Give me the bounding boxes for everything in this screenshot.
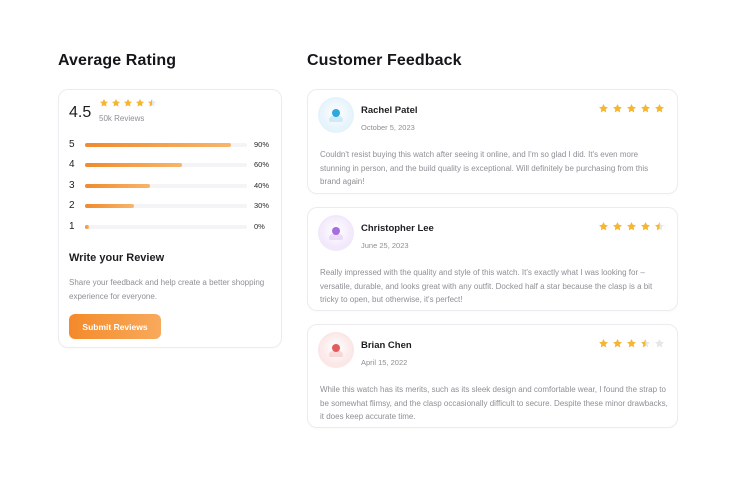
reviewer-name: Brian Chen [361, 340, 412, 351]
review-stars [598, 338, 665, 349]
avatar [320, 217, 352, 249]
star-icon [627, 104, 636, 113]
rating-bar-row: 3 40% [69, 180, 277, 191]
rating-bar-percent: 0% [254, 222, 265, 231]
rating-bar-percent: 40% [254, 181, 270, 190]
star-icon [613, 222, 622, 231]
reviewer-name: Christopher Lee [361, 223, 434, 234]
star-icon [111, 98, 121, 107]
rating-bar-row: 4 60% [69, 159, 277, 170]
empty-star-icon [655, 339, 664, 348]
review-stars [598, 221, 665, 232]
average-score: 4.5 [69, 104, 92, 121]
rating-bar-fill [85, 225, 89, 229]
average-stars [99, 98, 157, 108]
rating-bar-fill [85, 163, 183, 167]
half-star-icon [641, 339, 650, 348]
review-text: Really impressed with the quality and st… [320, 268, 653, 304]
star-icon [641, 222, 650, 231]
star-icon [627, 222, 636, 231]
star-icon [641, 104, 650, 113]
star-icon [123, 98, 133, 107]
rating-bar-fill [85, 184, 150, 188]
rating-bar-percent: 60% [254, 160, 270, 169]
rating-bar-row: 2 30% [69, 200, 277, 211]
write-review-title: Write your Review [69, 252, 165, 264]
review-card: Rachel Patel October 5, 2023 Couldn't re… [307, 89, 678, 194]
avatar [320, 99, 352, 131]
star-icon [135, 98, 145, 107]
star-icon [599, 104, 608, 113]
star-icon [99, 98, 109, 107]
rating-bar-track [85, 225, 247, 229]
rating-bar-fill [85, 143, 231, 147]
review-text: While this watch has its merits, such as… [320, 385, 668, 421]
avatar-body [329, 351, 343, 357]
avatar-body [329, 116, 343, 122]
review-count: 50k Reviews [99, 114, 145, 123]
review-card: Christopher Lee June 25, 2023 Really imp… [307, 207, 678, 311]
star-icon [627, 339, 636, 348]
reviewer-name: Rachel Patel [361, 105, 418, 116]
star-icon [613, 104, 622, 113]
rating-bar-label: 2 [69, 200, 75, 211]
rating-bar-track [85, 204, 247, 208]
average-rating-title: Average Rating [58, 52, 177, 69]
rating-bar-percent: 90% [254, 140, 270, 149]
rating-bar-track [85, 163, 247, 167]
star-icon [599, 222, 608, 231]
rating-bar-track [85, 184, 247, 188]
rating-bar-label: 4 [69, 159, 75, 170]
review-date: April 15, 2022 [361, 358, 408, 367]
submit-reviews-button[interactable]: Submit Reviews [69, 314, 161, 339]
review-stars [598, 103, 665, 114]
rating-bar-label: 1 [69, 221, 75, 232]
rating-bar-fill [85, 204, 134, 208]
review-date: June 25, 2023 [361, 241, 409, 250]
rating-bar-percent: 30% [254, 201, 270, 210]
star-icon [655, 104, 664, 113]
star-icon [599, 339, 608, 348]
avatar-body [329, 234, 343, 240]
rating-bar-label: 5 [69, 139, 75, 150]
review-date: October 5, 2023 [361, 123, 415, 132]
star-icon [613, 339, 622, 348]
rating-bar-row: 5 90% [69, 139, 277, 150]
write-review-description: Share your feedback and help create a be… [69, 278, 265, 301]
rating-summary-card: 4.5 50k Reviews 5 90% 4 60% 3 40% 2 30% … [58, 89, 282, 348]
rating-bar-track [85, 143, 247, 147]
half-star-icon [655, 222, 664, 231]
rating-bar-row: 1 0% [69, 221, 277, 232]
review-card: Brian Chen April 15, 2022 While this wat… [307, 324, 678, 428]
rating-bar-label: 3 [69, 180, 75, 191]
review-text: Couldn't resist buying this watch after … [320, 150, 649, 186]
customer-feedback-title: Customer Feedback [307, 52, 462, 69]
half-star-icon [147, 98, 157, 107]
avatar [320, 334, 352, 366]
